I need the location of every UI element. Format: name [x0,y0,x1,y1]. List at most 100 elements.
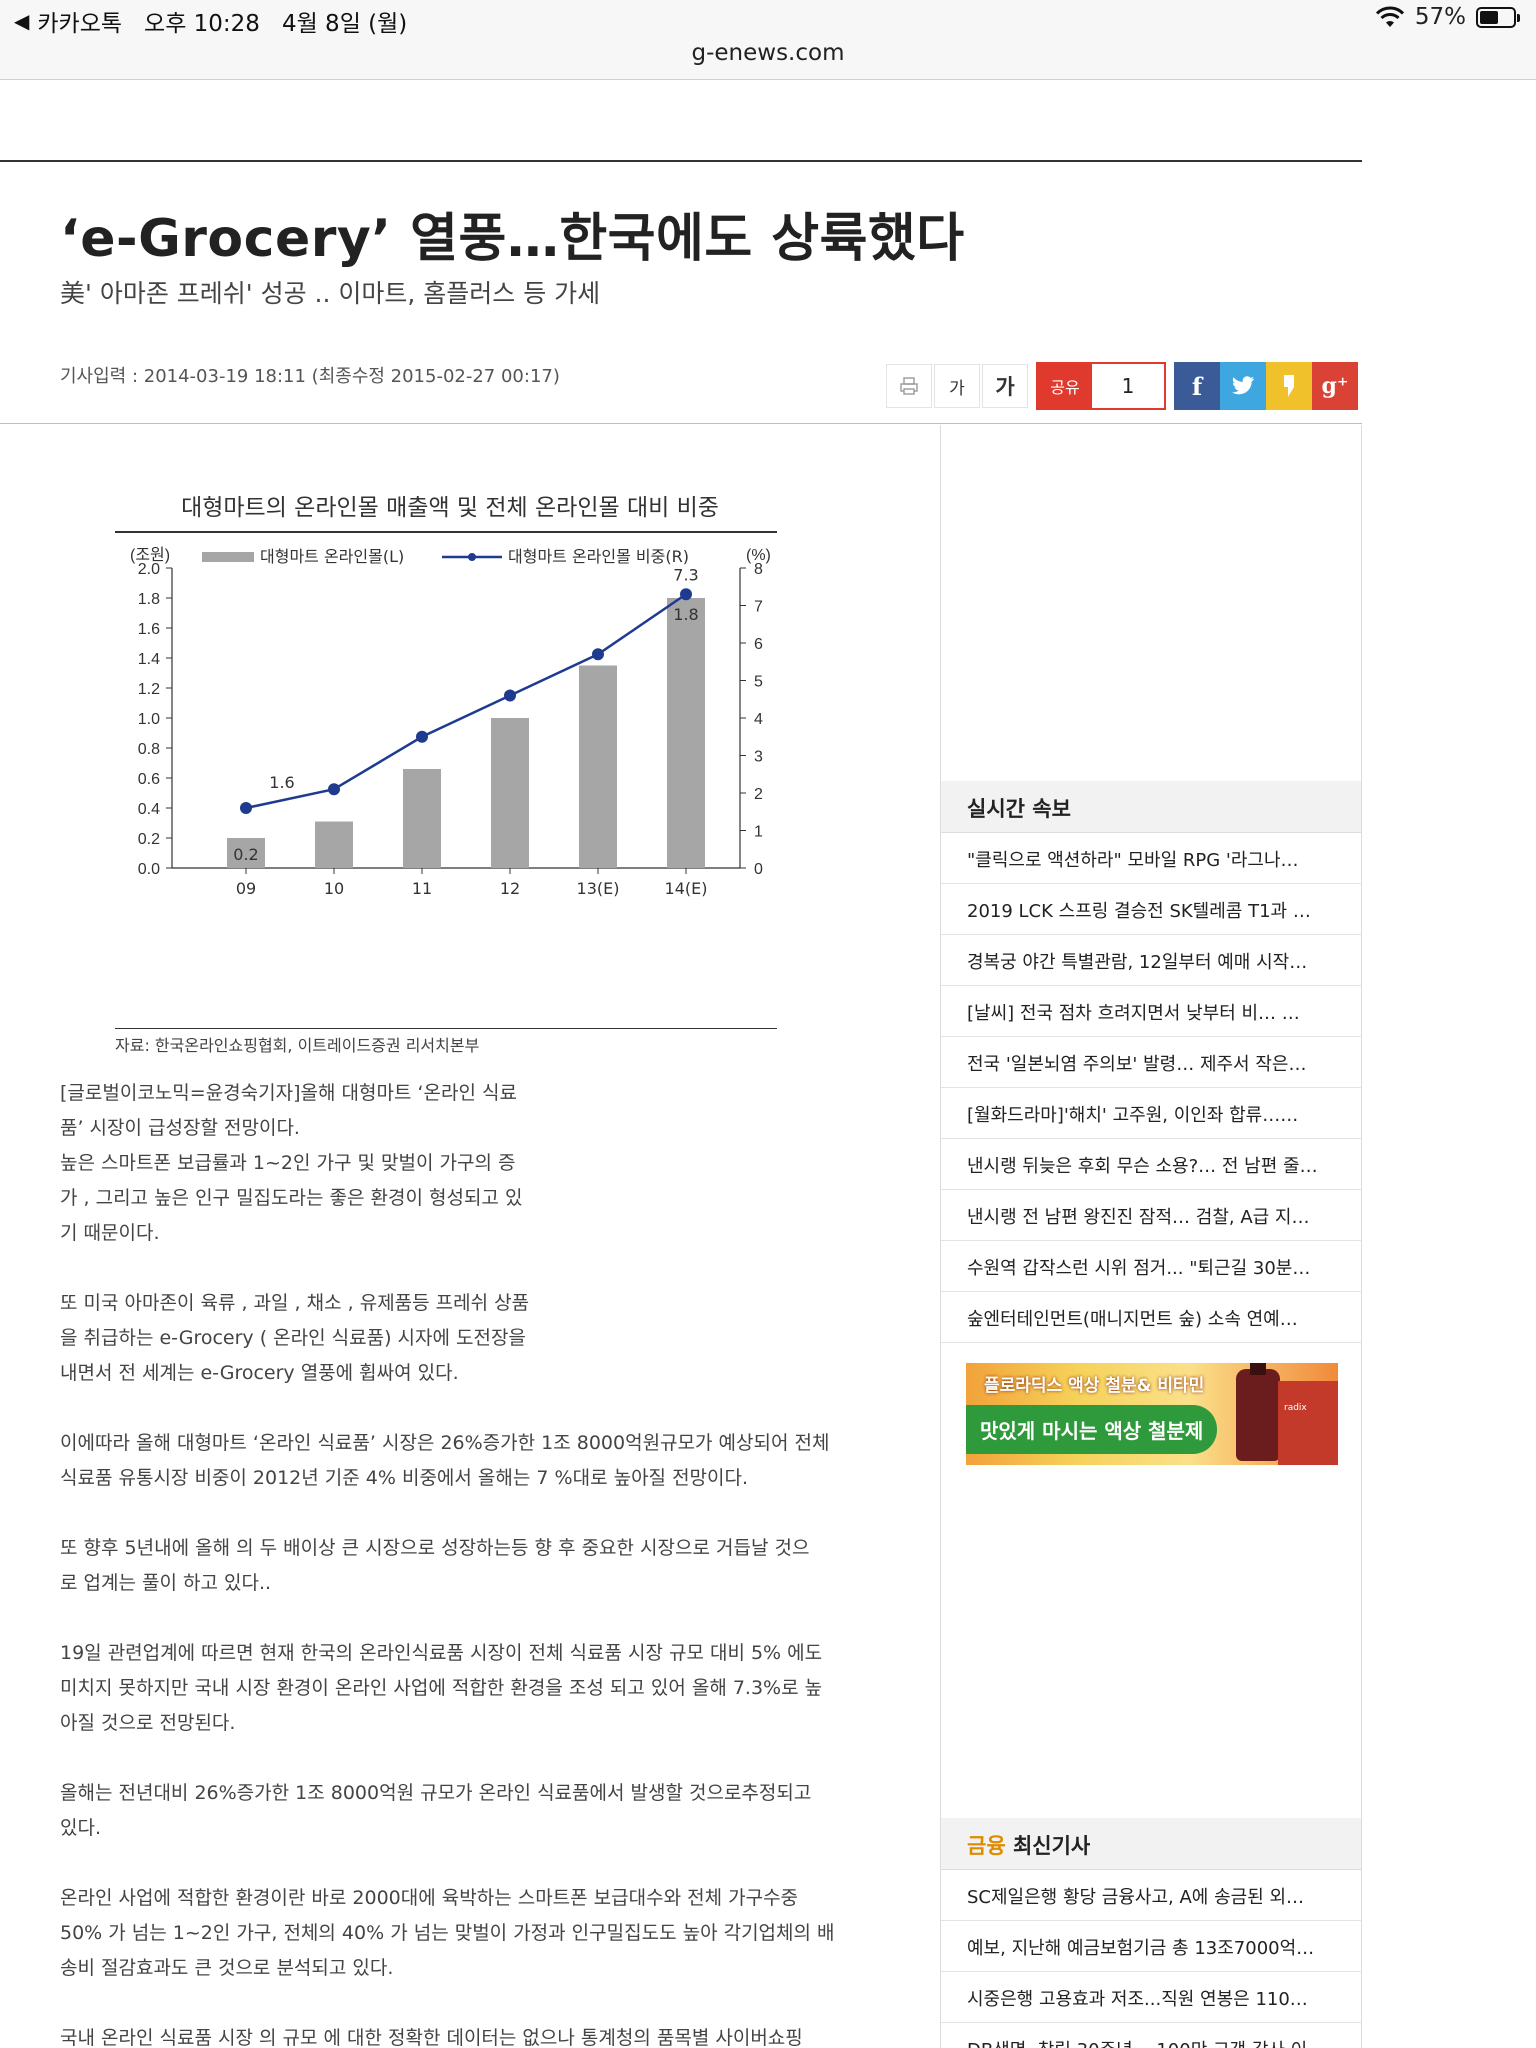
article-line: 아질 것으로 전망된다. [60,1712,236,1734]
news-list-item[interactable]: 낸시랭 전 남편 왕진진 잠적… 검찰, A급 지… [941,1190,1361,1241]
right-tick-label: 5 [754,674,763,691]
left-axis-unit: (조원) [130,546,170,564]
realtime-news-heading: 실시간 속보 [941,781,1361,833]
chart-data-label: 7.3 [673,565,698,584]
chart-point [504,689,516,702]
share-widget[interactable]: 공유 1 [1036,362,1166,410]
chart-bar [579,665,617,868]
news-list-item[interactable]: 전국 '일본뇌염 주의보' 발령… 제주서 작은… [941,1037,1361,1088]
news-list-item[interactable]: 시중은행 고용효과 저조...직원 연봉은 110… [941,1972,1361,2023]
ad-bottle-image [1236,1363,1280,1461]
x-tick-label: 13(E) [577,879,620,898]
status-left: ◀ 카카오톡 오후 10:28 4월 8일 (월) [14,4,407,38]
legend-line-label: 대형마트 온라인몰 비중(R) [508,547,689,566]
news-list-item[interactable]: 2019 LCK 스프링 결승전 SK텔레콤 T1과 … [941,884,1361,935]
x-tick-label: 11 [412,879,432,898]
right-tick-label: 7 [754,599,763,616]
chart-bar [491,718,529,868]
chart-plot: 2.01.81.61.41.21.00.80.60.40.20.08765432… [130,546,771,898]
share-label[interactable]: 공유 [1038,364,1092,408]
article-paragraph: 이에따라 올해 대형마트 ‘온라인 식료품’ 시장은 26%증가한 1조 800… [60,1426,880,1496]
right-tick-label: 3 [754,749,763,766]
twitter-share-button[interactable] [1220,362,1266,410]
chart-bar [667,598,705,868]
back-arrow-icon[interactable]: ◀ [14,9,29,33]
news-list-item[interactable]: "클릭으로 액션하라" 모바일 RPG '라그나… [941,833,1361,884]
article-paragraph: [글로벌이코노믹=윤경숙기자]올해 대형마트 ‘온라인 식료품’ 시장이 급성장… [60,1076,880,1251]
article-line: 송비 절감효과도 큰 것으로 분석되고 있다. [60,1957,394,1979]
left-tick-label: 1.0 [138,711,160,728]
news-list-item[interactable]: 낸시랭 뒤늦은 후회 무슨 소용?… 전 남편 줄… [941,1139,1361,1190]
article-line: 가 , 그리고 높은 인구 밀집도라는 좋은 환경이 형성되고 있 [60,1187,523,1209]
googleplus-share-button[interactable]: g⁺ [1312,362,1358,410]
chart-point [240,802,252,814]
news-list-item[interactable]: DB생명, 창립 30주년… 100만 고객 감사 이… [941,2023,1361,2048]
article-line: 로 업계는 풀이 하고 있다.. [60,1572,272,1594]
article-title: ‘e-Grocery’ 열풍…한국에도 상륙했다 [60,209,965,269]
chart-point [680,588,692,601]
chart-data-label: 1.6 [269,773,294,792]
right-tick-label: 6 [754,636,763,653]
news-list-item[interactable]: 숲엔터테인먼트(매니지먼트 숲) 소속 연예… [941,1292,1361,1343]
left-tick-label: 0.2 [138,831,160,848]
news-list-item[interactable]: 수원역 갑작스런 시위 점거... "퇴근길 30분… [941,1241,1361,1292]
chart-data-label: 1.8 [673,605,698,624]
status-date: 4월 8일 (월) [281,11,408,37]
chart-point [328,783,340,796]
print-button[interactable] [886,364,932,408]
url-bar[interactable]: g-enews.com [0,40,1536,66]
chart-point [592,648,604,661]
share-count: 1 [1092,364,1164,408]
font-larger-button[interactable]: 가 [982,364,1028,408]
article-line: 19일 관련업계에 따르면 현재 한국의 온라인식료품 시장이 전체 식료품 시… [60,1642,823,1664]
right-tick-label: 0 [754,861,763,878]
left-tick-label: 1.8 [138,591,160,608]
left-tick-label: 0.4 [138,801,160,818]
article-line: 식료품 유통시장 비중이 2012년 기준 4% 비중에서 올해는 7 %대로 … [60,1467,749,1489]
article-line: 50% 가 넘는 1~2인 가구, 전체의 40% 가 넘는 맞벌이 가정과 인… [60,1922,835,1944]
article-paragraph: 국내 온라인 식료품 시장 의 규모 에 대한 정확한 데이터는 없으나 통계청… [60,2021,880,2048]
ad-headline: 플로라딕스 액상 철분& 비타민 [984,1376,1205,1396]
wifi-icon [1375,6,1404,27]
font-smaller-button[interactable]: 가 [934,364,980,408]
x-tick-label: 09 [236,879,256,898]
news-list-item[interactable]: SC제일은행 황당 금융사고, A에 송금된 외… [941,1870,1361,1921]
chart-bottom-rule [115,1028,777,1029]
ad-brand: radix [1284,1403,1307,1413]
news-list-item[interactable]: [월화드라마]'해치' 고주원, 이인좌 합류…… [941,1088,1361,1139]
ad-banner[interactable]: 플로라딕스 액상 철분& 비타민 맛있게 마시는 액상 철분제 radix [966,1363,1338,1465]
article-body: [글로벌이코노믹=윤경숙기자]올해 대형마트 ‘온라인 식료품’ 시장이 급성장… [60,1076,880,2048]
finance-heading-rest: 최신기사 [1005,1834,1091,1858]
left-tick-label: 1.6 [138,621,160,638]
left-tick-label: 1.2 [138,681,160,698]
finance-news-heading: 금융 최신기사 [941,1818,1361,1870]
kakaostory-share-button[interactable] [1266,362,1312,410]
x-tick-label: 10 [324,879,344,898]
article-paragraph: 올해는 전년대비 26%증가한 1조 8000억원 규모가 온라인 식료품에서 … [60,1776,880,1846]
back-app-label[interactable]: 카카오톡 [37,4,122,38]
article-line: 온라인 사업에 적합한 환경이란 바로 2000대에 육박하는 스마트폰 보급대… [60,1887,799,1909]
status-time: 오후 10:28 [144,11,260,37]
x-tick-label: 14(E) [665,879,708,898]
article-line: 또 미국 아마존이 육류 , 과일 , 채소 , 유제품등 프레쉬 상품 [60,1292,530,1314]
article-line: 품’ 시장이 급성장할 전망이다. [60,1117,300,1139]
article-paragraph: 온라인 사업에 적합한 환경이란 바로 2000대에 육박하는 스마트폰 보급대… [60,1881,880,1986]
left-tick-label: 0.0 [138,861,160,878]
twitter-icon [1232,376,1254,395]
googleplus-icon: g⁺ [1321,373,1349,399]
legend-bar-swatch [202,552,254,562]
finance-news-list: SC제일은행 황당 금융사고, A에 송금된 외… 예보, 지난해 예금보험기금 … [941,1870,1361,2048]
article-line: [글로벌이코노믹=윤경숙기자]올해 대형마트 ‘온라인 식료 [60,1082,517,1104]
chart-top-rule [115,531,777,533]
news-list-item[interactable]: 경복궁 야간 특별관람, 12일부터 예매 시작… [941,935,1361,986]
ad-tagline: 맛있게 마시는 액상 철분제 [966,1405,1218,1454]
legend-line-marker [468,553,476,561]
article-line: 기 때문이다. [60,1222,160,1244]
news-list-item[interactable]: 예보, 지난해 예금보험기금 총 13조7000억… [941,1921,1361,1972]
news-list-item[interactable]: [날씨] 전국 점차 흐려지면서 낮부터 비… … [941,986,1361,1037]
battery-icon [1476,6,1520,28]
facebook-share-button[interactable]: f [1174,362,1220,410]
battery-fill [1480,10,1499,24]
article-paragraph: 또 미국 아마존이 육류 , 과일 , 채소 , 유제품등 프레쉬 상품 을 취급… [60,1286,880,1391]
chart-source: 자료: 한국온라인쇼핑협회, 이트레이드증권 리서치본부 [115,1036,480,1055]
